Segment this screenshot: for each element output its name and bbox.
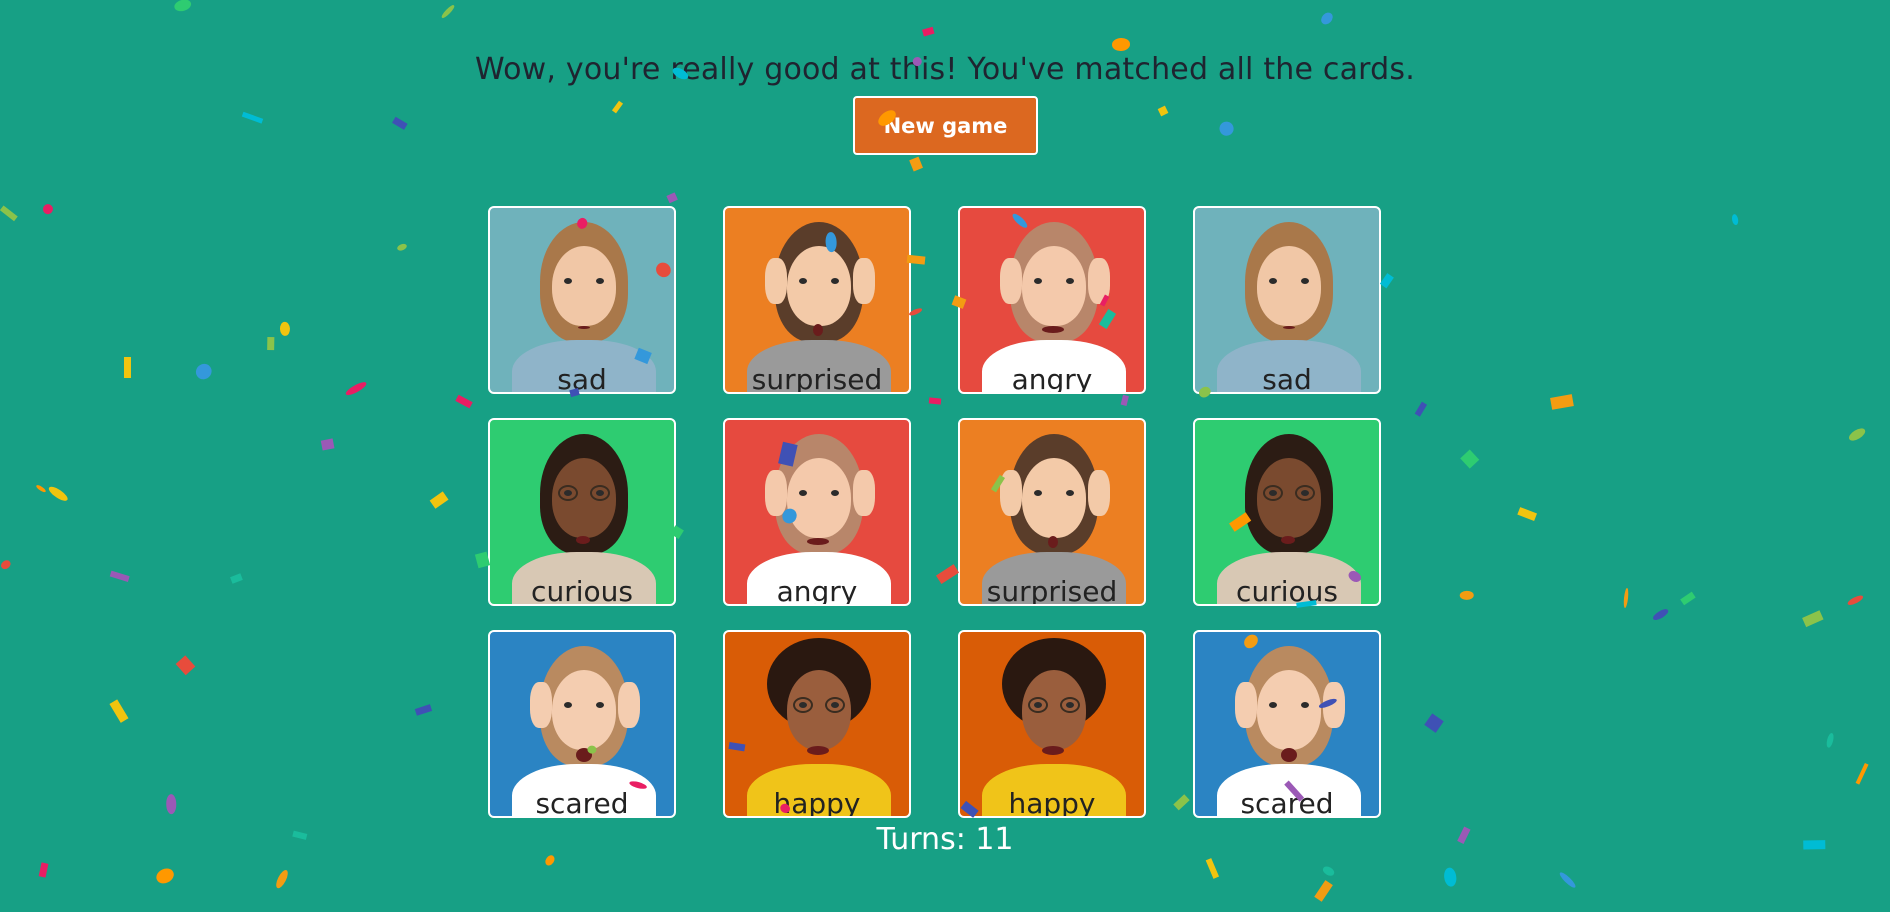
- confetti-piece: [1443, 866, 1458, 887]
- card-label: curious: [531, 575, 633, 606]
- confetti-piece: [455, 394, 473, 409]
- confetti-piece: [666, 191, 679, 204]
- confetti-piece: [165, 794, 177, 815]
- confetti-piece: [1414, 401, 1428, 417]
- memory-card[interactable]: sad: [488, 206, 676, 394]
- confetti-piece: [1651, 606, 1670, 622]
- card-label: happy: [773, 787, 861, 818]
- memory-card[interactable]: surprised: [723, 206, 911, 394]
- confetti-piece: [230, 573, 243, 584]
- confetti-piece: [0, 205, 18, 221]
- card-label: happy: [1008, 787, 1096, 818]
- confetti-piece: [153, 865, 176, 886]
- memory-card[interactable]: curious: [488, 418, 676, 606]
- memory-card[interactable]: angry: [958, 206, 1146, 394]
- confetti-piece: [1550, 394, 1574, 411]
- confetti-piece: [1460, 449, 1480, 469]
- confetti-piece: [110, 570, 130, 582]
- confetti-piece: [267, 336, 275, 351]
- confetti-piece: [321, 437, 335, 451]
- confetti-piece: [241, 111, 264, 124]
- confetti-piece: [1730, 213, 1740, 226]
- confetti-piece: [414, 704, 433, 716]
- confetti-piece: [1855, 763, 1869, 785]
- memory-card[interactable]: scared: [1193, 630, 1381, 818]
- confetti-piece: [40, 201, 56, 217]
- confetti-piece: [922, 26, 935, 37]
- new-game-button[interactable]: New game: [853, 96, 1038, 155]
- confetti-piece: [392, 116, 408, 130]
- memory-card[interactable]: sad: [1193, 206, 1381, 394]
- confetti-piece: [1622, 587, 1630, 609]
- memory-card[interactable]: angry: [723, 418, 911, 606]
- card-grid: sad surprised angry sad curious angry surprise…: [488, 206, 1381, 818]
- card-label: scared: [1240, 787, 1334, 818]
- confetti-piece: [396, 242, 408, 252]
- confetti-piece: [611, 100, 623, 114]
- memory-card[interactable]: scared: [488, 630, 676, 818]
- memory-card[interactable]: surprised: [958, 418, 1146, 606]
- confetti-piece: [1680, 591, 1696, 606]
- confetti-piece: [0, 558, 13, 571]
- card-label: surprised: [986, 575, 1118, 606]
- card-label: sad: [557, 363, 607, 394]
- win-message: Wow, you're really good at this! You've …: [475, 52, 1415, 87]
- confetti-piece: [1157, 105, 1169, 117]
- confetti-piece: [1318, 10, 1336, 27]
- confetti-piece: [38, 862, 49, 878]
- confetti-piece: [1424, 713, 1444, 733]
- confetti-piece: [1218, 120, 1236, 138]
- confetti-piece: [1459, 590, 1474, 600]
- confetti-piece: [429, 491, 449, 509]
- confetti-piece: [1847, 425, 1868, 443]
- confetti-piece: [1557, 870, 1578, 890]
- card-label: surprised: [751, 363, 883, 394]
- memory-card[interactable]: curious: [1193, 418, 1381, 606]
- card-label: sad: [1262, 363, 1312, 394]
- confetti-piece: [35, 483, 47, 494]
- confetti-piece: [1825, 732, 1835, 749]
- card-label: angry: [1011, 363, 1093, 394]
- card-label: angry: [776, 575, 858, 606]
- confetti-piece: [1802, 610, 1824, 627]
- confetti-piece: [109, 699, 129, 723]
- confetti-piece: [440, 3, 456, 20]
- confetti-piece: [1517, 506, 1537, 521]
- confetti-piece: [1205, 858, 1220, 880]
- confetti-piece: [279, 321, 291, 337]
- card-label: curious: [1236, 575, 1338, 606]
- confetti-piece: [273, 868, 291, 890]
- confetti-piece: [175, 655, 196, 676]
- confetti-piece: [1111, 37, 1131, 52]
- confetti-piece: [1314, 880, 1334, 903]
- confetti-piece: [1846, 593, 1864, 607]
- turns-counter: Turns: 11: [876, 822, 1014, 857]
- confetti-piece: [193, 360, 215, 383]
- memory-card[interactable]: happy: [958, 630, 1146, 818]
- card-label: scared: [535, 787, 629, 818]
- confetti-piece: [909, 156, 924, 172]
- confetti-piece: [1321, 864, 1336, 878]
- confetti-piece: [172, 0, 193, 13]
- confetti-piece: [124, 357, 131, 378]
- confetti-piece: [1379, 272, 1395, 289]
- memory-card[interactable]: happy: [723, 630, 911, 818]
- confetti-piece: [344, 380, 369, 398]
- confetti-piece: [46, 484, 70, 504]
